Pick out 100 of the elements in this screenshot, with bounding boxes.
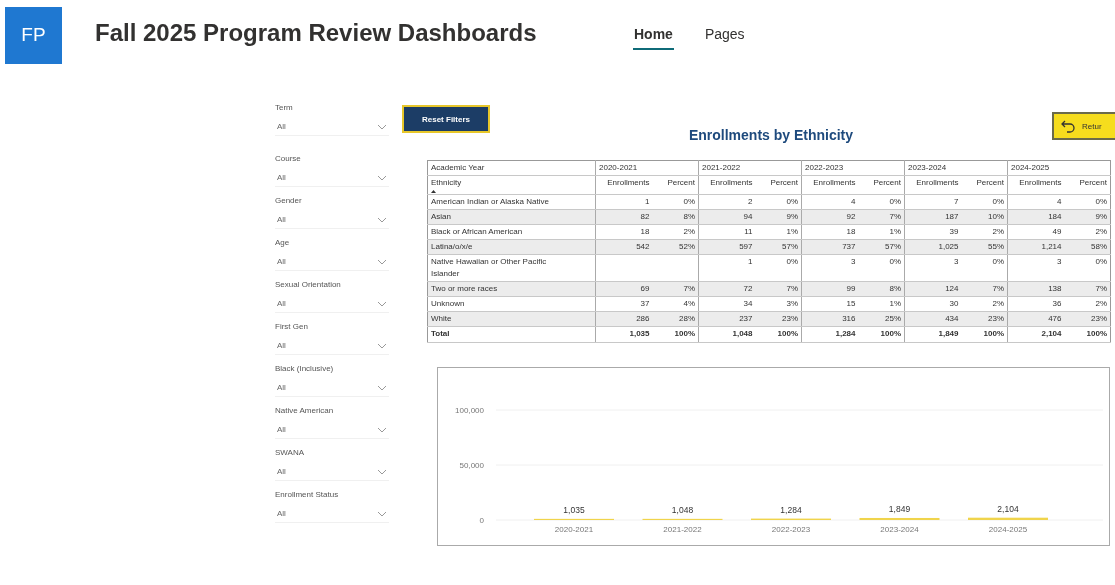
filter-dropdown[interactable]: All (275, 118, 389, 136)
filter-label: Term (275, 103, 294, 112)
data-label: 1,035 (563, 504, 585, 515)
table-cell: 0% (1095, 257, 1107, 266)
bar[interactable] (968, 517, 1048, 520)
table-cell: 23% (1091, 314, 1107, 323)
year-header: 2021-2022 (698, 160, 802, 176)
filter-dropdown[interactable]: All (275, 463, 389, 481)
table-cell: 9% (1095, 212, 1107, 221)
table-cell: 100% (777, 329, 798, 338)
sort-icon[interactable] (431, 190, 436, 193)
year-header: 2022-2023 (801, 160, 905, 176)
table-cell: 1% (786, 227, 798, 236)
table-cell: 237 (739, 314, 753, 323)
table-cell: 18 (846, 227, 856, 236)
table-cell: 0% (786, 197, 798, 206)
return-arrow-icon (1060, 119, 1076, 133)
nav-tab[interactable]: Home (633, 20, 674, 50)
table-cell: 92 (846, 212, 856, 221)
table-cell: 138 (1048, 284, 1062, 293)
filter-label: Age (275, 238, 291, 247)
table-cell: 7% (1095, 284, 1107, 293)
row-label: Two or more races (431, 283, 498, 295)
table-cell: 1,214 (1041, 242, 1062, 251)
table-cell: 15 (846, 299, 856, 308)
site-logo[interactable]: FP (5, 6, 62, 64)
row-label: American Indian or Alaska Native (431, 196, 549, 208)
filter-dropdown[interactable]: All (275, 253, 389, 271)
table-cell: 0% (786, 257, 798, 266)
table-cell: 2% (1095, 299, 1107, 308)
site-title: Fall 2025 Program Review Dashboards (95, 19, 538, 47)
row-label: Total (427, 326, 596, 343)
table-cell: 434 (945, 314, 959, 323)
filter-label: Gender (275, 196, 303, 205)
table-cell: 0% (1095, 197, 1107, 206)
table-cell: 69 (640, 284, 650, 293)
year-header: 2024-2025 (1007, 160, 1111, 176)
data-label: 1,284 (780, 504, 802, 515)
table-cell: 9% (786, 212, 798, 221)
table-cell: 2% (992, 299, 1004, 308)
table-cell: 34 (743, 299, 753, 308)
filter-dropdown[interactable]: All (275, 295, 389, 313)
table-cell: 2% (992, 227, 1004, 236)
bar[interactable] (859, 517, 940, 520)
table-cell: 124 (945, 284, 959, 293)
year-header: 2023-2024 (904, 160, 1008, 176)
axis-label: 2020-2021 (554, 525, 594, 534)
chevron-down-icon (377, 216, 387, 223)
axis-label: 0 (479, 516, 484, 525)
table-cell: 4 (851, 197, 856, 206)
table-cell: 1,849 (938, 329, 959, 338)
return-button[interactable]: Retur (1052, 112, 1115, 140)
row-label: Native Hawaiian or Other Pacific Islander (431, 256, 548, 280)
table-cell: 23% (782, 314, 798, 323)
filter-label: Course (275, 154, 302, 163)
axis-label: 50,000 (459, 461, 484, 470)
table-cell: 10% (988, 212, 1004, 221)
data-label: 2,104 (997, 503, 1019, 514)
filter-dropdown[interactable]: All (275, 421, 389, 439)
table-cell: 72 (743, 284, 753, 293)
column-header: Enrollments (904, 175, 962, 195)
nav-tab[interactable]: Pages (703, 20, 746, 50)
table-cell: 4% (683, 299, 695, 308)
table-cell: 316 (842, 314, 856, 323)
table-cell: 2 (748, 197, 753, 206)
column-header: Percent (858, 175, 905, 195)
filter-dropdown[interactable]: All (275, 169, 389, 187)
filter-label: Sexual Orientation (275, 280, 342, 289)
axis-label: 2022-2023 (771, 525, 811, 534)
filter-dropdown[interactable]: All (275, 211, 389, 229)
reset-filters-button[interactable]: Reset Filters (402, 105, 490, 133)
row-label: Latina/o/x/e (431, 241, 473, 253)
table-cell: 100% (880, 329, 901, 338)
table-cell: 99 (846, 284, 856, 293)
table-cell: 737 (842, 242, 856, 251)
filter-dropdown[interactable]: All (275, 337, 389, 355)
table-cell: 39 (949, 227, 959, 236)
table-cell: 30 (949, 299, 959, 308)
filter-label: Native American (275, 406, 335, 415)
table-cell: 7% (786, 284, 798, 293)
row-label: Asian (431, 211, 451, 223)
table-cell: 1% (889, 299, 901, 308)
table-cell: 184 (1048, 212, 1062, 221)
table-cell: 82 (640, 212, 650, 221)
table-cell: 18 (640, 227, 650, 236)
table-cell: 187 (945, 212, 959, 221)
data-label: 1,048 (671, 504, 694, 515)
row-label: Unknown (431, 298, 465, 310)
table-cell: 2,104 (1041, 329, 1062, 338)
filter-dropdown[interactable]: All (275, 379, 389, 397)
table-cell: 3 (1057, 257, 1062, 266)
table-cell: 1,035 (629, 329, 650, 338)
column-header: Percent (755, 175, 802, 195)
table-cell: 100% (1086, 329, 1107, 338)
filter-dropdown[interactable]: All (275, 505, 389, 523)
table-cell: 11 (744, 227, 753, 236)
table-cell: 0% (889, 197, 901, 206)
table-cell: 8% (683, 212, 695, 221)
table-cell: 7% (889, 212, 901, 221)
filter-label: Black (Inclusive) (275, 364, 335, 373)
